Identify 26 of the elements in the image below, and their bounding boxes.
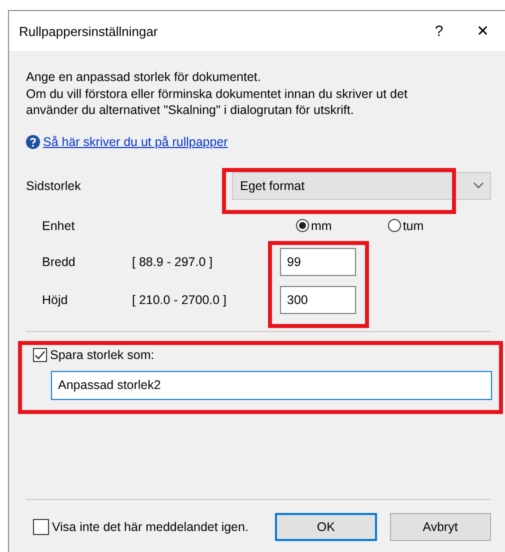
help-button[interactable]: ? [417,11,461,51]
ok-button[interactable]: OK [275,513,377,541]
intro-text: använder du alternativet "Skalning" i dialogrutan för utskrift. [26,102,355,118]
checkmark-icon [34,348,46,360]
unit-label: Enhet [41,218,76,232]
unit-radio[interactable]: mm [296,218,332,232]
chevron-down-icon [473,182,484,189]
close-button[interactable]: ✕ [461,11,505,51]
cancel-button[interactable]: Avbryt [390,513,491,541]
dont-show-checkbox[interactable]: Visa inte det här meddelandet igen. [33,519,276,535]
dimension-field[interactable]: 99 [280,248,356,276]
range-text: [ 210.0 - 2700.0 ] [132,292,228,306]
dimension-label: Bredd [41,254,76,268]
page-size-dropdown[interactable]: Eget format [232,172,491,200]
page-size-label: Sidstorlek [26,178,82,192]
help-icon [26,134,40,148]
intro-text: Om du vill förstora eller förminska dokumentet innan du skriver ut det [26,86,408,102]
intro-text: Ange en anpassad storlek för dokumentet. [26,69,262,86]
unit-radio[interactable]: tum [388,218,424,232]
window-title: Rullpappersinställningar [19,24,159,38]
dimension-label: Höjd [41,292,69,306]
help-link[interactable]: Så här skriver du ut på rullpapper [43,134,228,148]
size-name-field[interactable]: Anpassad storlek2 [51,370,492,400]
range-text: [ 88.9 - 297.0 ] [132,254,214,268]
dimension-field[interactable]: 300 [280,286,356,314]
save-size-checkbox[interactable]: Spara storlek som: [33,348,154,362]
